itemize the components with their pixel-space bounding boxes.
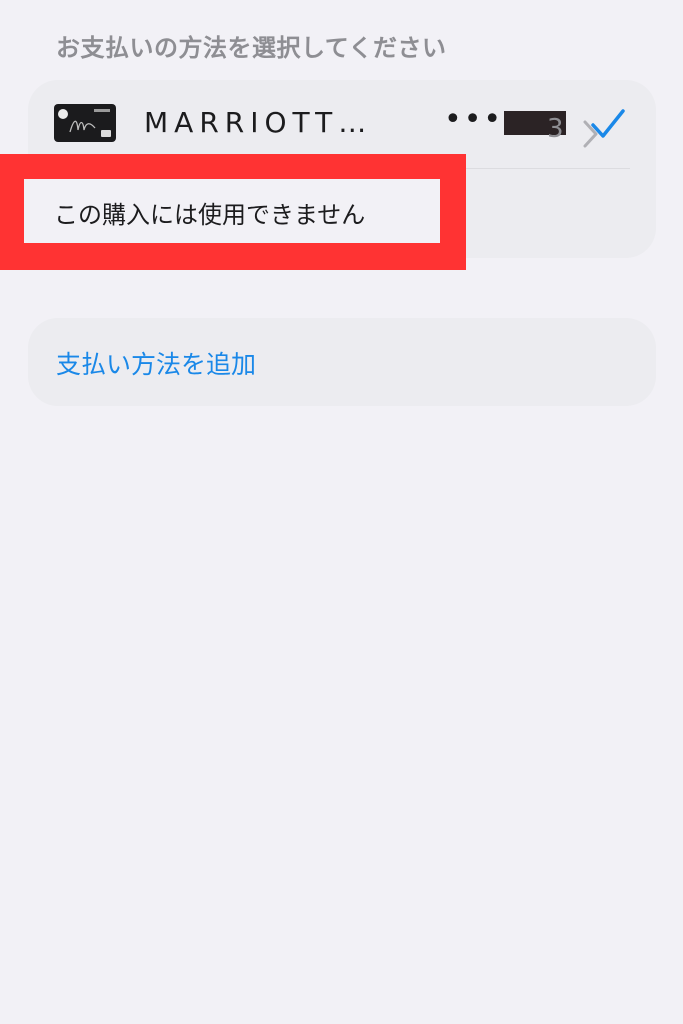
unavailable-highlight-box: この購入には使用できません xyxy=(0,154,466,270)
unavailable-message: この購入には使用できません xyxy=(54,201,366,229)
add-payment-method-label: 支払い方法を追加 xyxy=(56,350,257,379)
chevron-right-icon[interactable] xyxy=(580,119,600,149)
unavailable-count: 3 xyxy=(547,114,564,144)
add-payment-method-button[interactable]: 支払い方法を追加 xyxy=(28,318,656,406)
card-name: MARRIOTT… xyxy=(144,106,373,139)
credit-card-icon xyxy=(54,104,116,142)
unavailable-label-box: この購入には使用できません xyxy=(24,179,440,243)
section-header: お支払いの方法を選択してください xyxy=(56,34,447,62)
